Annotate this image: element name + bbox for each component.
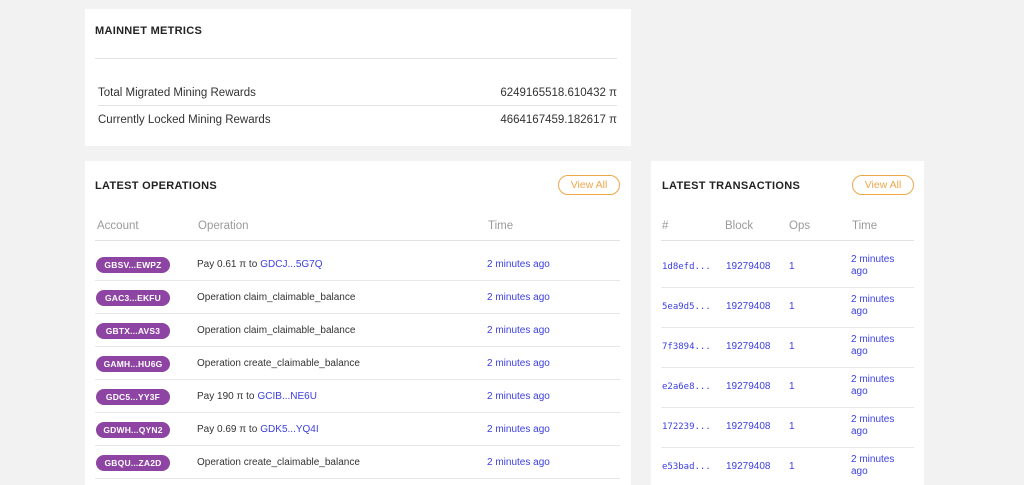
account-badge[interactable]: GAMH...HU6G (96, 356, 170, 372)
transaction-hash-link[interactable]: e2a6e8... (662, 382, 711, 392)
ops-count-link[interactable]: 1 (789, 341, 795, 352)
operation-description: Pay 0.61 π to GDCJ...5G7Q (197, 259, 323, 270)
operation-row: GBQU...ZA2D Operation create_claimable_ba… (95, 446, 620, 479)
column-header-time: Time (488, 220, 514, 232)
transaction-row: e53bad... 19279408 1 2 minutes ago (661, 448, 914, 485)
column-header-ops: Ops (789, 220, 811, 232)
destination-account-link[interactable]: GCIB...NE6U (258, 391, 317, 402)
metric-row-locked: Currently Locked Mining Rewards 46641674… (98, 107, 617, 133)
account-badge[interactable]: GBTX...AVS3 (96, 323, 170, 339)
ops-count-link[interactable]: 1 (789, 261, 795, 272)
operation-time-link[interactable]: 2 minutes ago (487, 424, 550, 435)
column-header-operation: Operation (198, 220, 249, 232)
operation-time-link[interactable]: 2 minutes ago (487, 325, 550, 336)
operation-row: GDC5...YY3F Pay 190 π to GCIB...NE6U 2 minu… (95, 380, 620, 413)
account-badge[interactable]: GBSV...EWPZ (96, 257, 170, 273)
block-link[interactable]: 19279408 (726, 301, 771, 312)
transaction-row: 7f3894... 19279408 1 2 minutes ago (661, 328, 914, 368)
transaction-row: 172239... 19279408 1 2 minutes ago (661, 408, 914, 448)
column-header-block: Block (725, 220, 754, 232)
block-link[interactable]: 19279408 (726, 341, 771, 352)
transaction-time-link[interactable]: 2 minutes ago (851, 454, 911, 478)
ops-count-link[interactable]: 1 (789, 381, 795, 392)
column-header-time: Time (852, 220, 878, 232)
metric-value: 6249165518.610432 π (500, 87, 617, 99)
operation-description: Pay 190 π to GCIB...NE6U (197, 391, 317, 402)
operation-row: GDWH...QYN2 Pay 0.69 π to GDK5...YQ4I 2 min… (95, 413, 620, 446)
operation-description: Operation create_claimable_balance (197, 358, 360, 369)
operations-view-all-button[interactable]: View All (558, 175, 620, 195)
transaction-hash-link[interactable]: 5ea9d5... (662, 302, 711, 312)
metric-value: 4664167459.182617 π (500, 114, 617, 126)
account-badge[interactable]: GAC3...EKFU (96, 290, 170, 306)
operation-description: Operation claim_claimable_balance (197, 292, 355, 303)
operation-time-link[interactable]: 2 minutes ago (487, 457, 550, 468)
operation-row: GAMH...HU6G Operation create_claimable_ba… (95, 347, 620, 380)
transaction-time-link[interactable]: 2 minutes ago (851, 254, 911, 278)
header-divider (661, 240, 914, 241)
transaction-time-link[interactable]: 2 minutes ago (851, 414, 911, 438)
operation-time-link[interactable]: 2 minutes ago (487, 292, 550, 303)
operation-time-link[interactable]: 2 minutes ago (487, 259, 550, 270)
transaction-row: 5ea9d5... 19279408 1 2 minutes ago (661, 288, 914, 328)
transaction-hash-link[interactable]: e53bad... (662, 462, 711, 472)
account-badge[interactable]: GBQU...ZA2D (96, 455, 170, 471)
operation-text: Operation create_claimable_balance (197, 457, 360, 468)
transactions-title: LATEST TRANSACTIONS (662, 180, 801, 192)
operation-text: Operation create_claimable_balance (197, 358, 360, 369)
account-badge[interactable]: GDC5...YY3F (96, 389, 170, 405)
latest-operations-card: LATEST OPERATIONS View All Account Opera… (85, 161, 631, 485)
transaction-time-link[interactable]: 2 minutes ago (851, 334, 911, 358)
transaction-hash-link[interactable]: 1d8efd... (662, 262, 711, 272)
metric-row-migrated: Total Migrated Mining Rewards 6249165518… (98, 80, 617, 106)
column-header-account: Account (97, 220, 139, 232)
block-link[interactable]: 19279408 (726, 381, 771, 392)
block-link[interactable]: 19279408 (726, 421, 771, 432)
account-badge[interactable]: GDWH...QYN2 (96, 422, 170, 438)
operation-description: Operation claim_claimable_balance (197, 325, 355, 336)
operation-time-link[interactable]: 2 minutes ago (487, 391, 550, 402)
ops-count-link[interactable]: 1 (789, 421, 795, 432)
metric-label: Total Migrated Mining Rewards (98, 87, 256, 99)
ops-count-link[interactable]: 1 (789, 301, 795, 312)
divider (95, 58, 617, 59)
destination-account-link[interactable]: GDCJ...5G7Q (260, 259, 322, 270)
operation-description: Pay 0.69 π to GDK5...YQ4I (197, 424, 319, 435)
transaction-hash-link[interactable]: 172239... (662, 422, 711, 432)
metric-label: Currently Locked Mining Rewards (98, 114, 271, 126)
latest-transactions-card: LATEST TRANSACTIONS View All # Block Ops… (651, 161, 924, 485)
transactions-view-all-button[interactable]: View All (852, 175, 914, 195)
transaction-row: e2a6e8... 19279408 1 2 minutes ago (661, 368, 914, 408)
operation-text: Pay 0.61 π to (197, 259, 258, 270)
operation-text: Operation claim_claimable_balance (197, 325, 356, 336)
mainnet-metrics-card: MAINNET METRICS Total Migrated Mining Re… (85, 9, 631, 146)
operation-row: GBSV...EWPZ Pay 0.61 π to GDCJ...5G7Q 2 min… (95, 248, 620, 281)
block-link[interactable]: 19279408 (726, 261, 771, 272)
operation-row: GBTX...AVS3 Operation claim_claimable_bal… (95, 314, 620, 347)
operation-text: Operation claim_claimable_balance (197, 292, 356, 303)
header-divider (95, 240, 620, 241)
operation-text: Pay 190 π to (197, 391, 255, 402)
operation-description: Operation create_claimable_balance (197, 457, 360, 468)
operation-text: Pay 0.69 π to (197, 424, 258, 435)
transaction-hash-link[interactable]: 7f3894... (662, 342, 711, 352)
transaction-time-link[interactable]: 2 minutes ago (851, 374, 911, 398)
transaction-row: 1d8efd... 19279408 1 2 minutes ago (661, 248, 914, 288)
block-link[interactable]: 19279408 (726, 461, 771, 472)
operation-time-link[interactable]: 2 minutes ago (487, 358, 550, 369)
transaction-time-link[interactable]: 2 minutes ago (851, 294, 911, 318)
operation-row: GAC3...EKFU Operation claim_claimable_bal… (95, 281, 620, 314)
metrics-title: MAINNET METRICS (95, 25, 203, 37)
ops-count-link[interactable]: 1 (789, 461, 795, 472)
destination-account-link[interactable]: GDK5...YQ4I (260, 424, 318, 435)
column-header-hash: # (662, 220, 669, 232)
operations-title: LATEST OPERATIONS (95, 180, 218, 192)
